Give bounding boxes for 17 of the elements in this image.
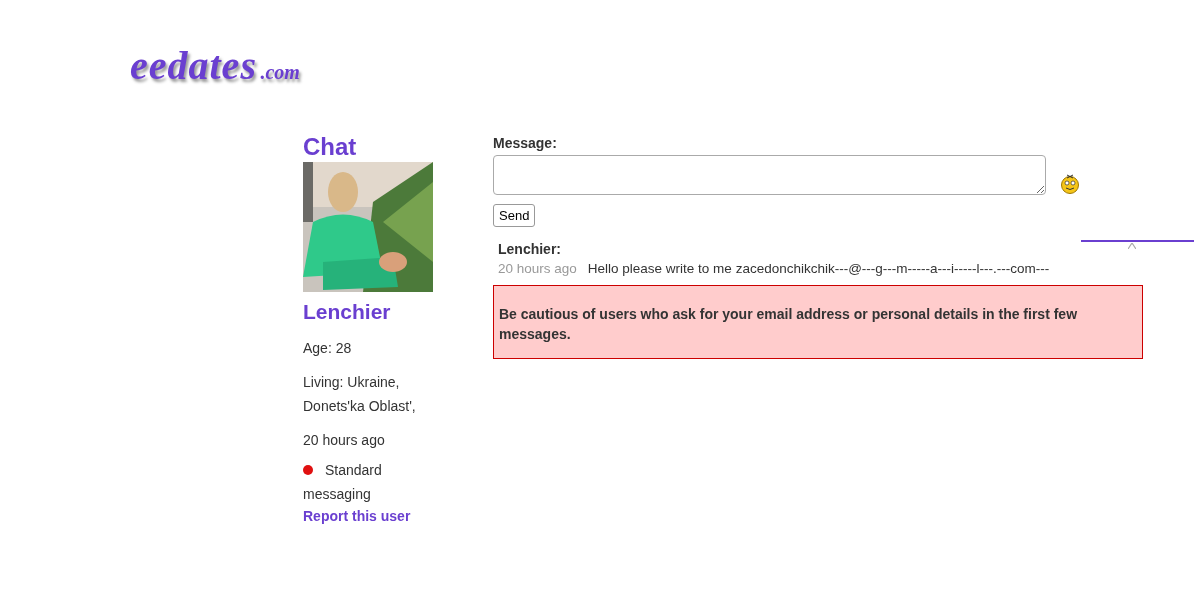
message-text: Hello please write to me zacedonchikchik---@---g---m-----a---i-----l---.---com--- xyxy=(587,261,1050,276)
caret-icon[interactable] xyxy=(1128,243,1136,249)
last-seen-text: 20 hours ago xyxy=(303,431,386,450)
location-text: Living: Ukraine, Donets'ka Oblast', xyxy=(303,373,417,416)
status-text: Standard messaging xyxy=(303,462,382,502)
page-title: Chat xyxy=(303,132,358,162)
age-text: Age: 28 xyxy=(303,339,353,358)
smiley-icon[interactable] xyxy=(1060,173,1080,195)
site-logo[interactable]: eedates.com xyxy=(130,42,300,89)
user-name: Lenchier xyxy=(303,299,392,325)
send-button[interactable]: Send xyxy=(493,204,536,227)
message-time: 20 hours ago xyxy=(498,261,577,276)
message-label: Message: xyxy=(493,134,558,152)
message-sender: Lenchier: xyxy=(498,240,561,259)
warning-banner: Be cautious of users who ask for your email address or personal details in the first few messages. xyxy=(493,285,1143,359)
message-field[interactable] xyxy=(493,155,1046,195)
report-link[interactable]: Report this user xyxy=(303,508,433,524)
